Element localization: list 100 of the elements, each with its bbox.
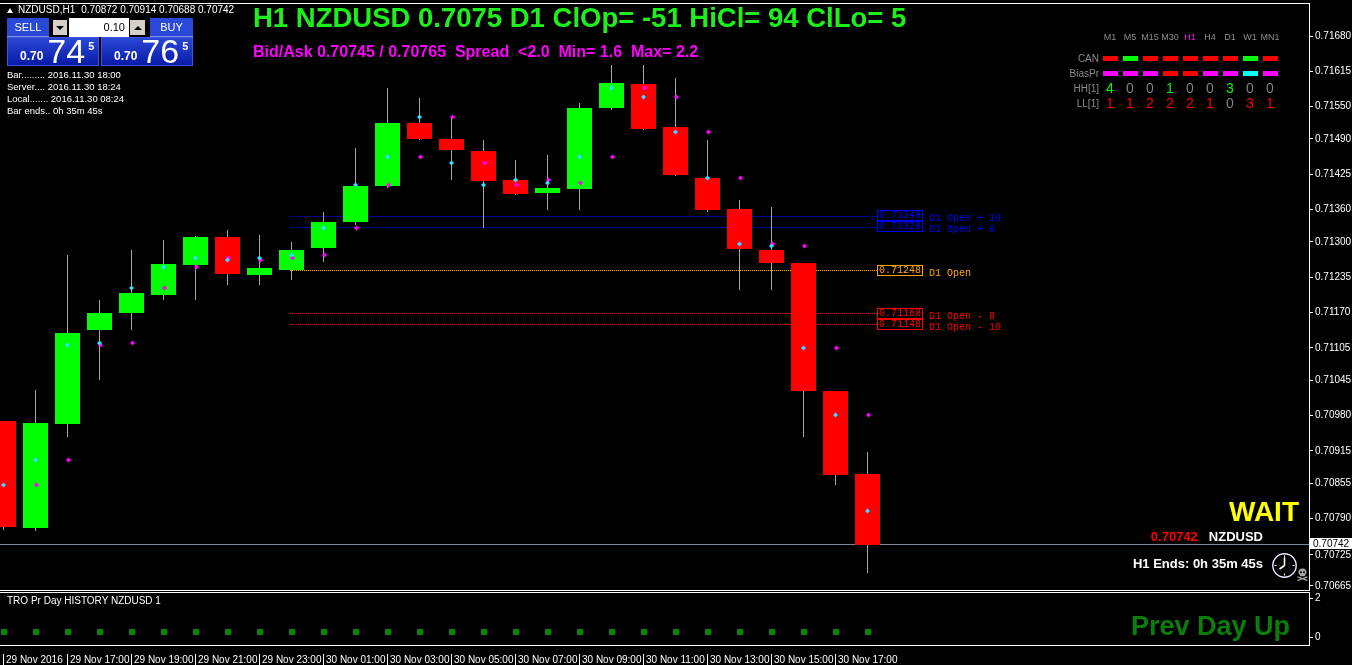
count-value: 2 <box>1186 96 1194 111</box>
square-icon <box>1 629 7 635</box>
square-icon <box>449 629 455 635</box>
level-price-tag: 0.71348 <box>877 210 923 222</box>
time-label: 30 Nov 13:00 <box>707 654 770 665</box>
level-label: D1 Open - 10 <box>929 321 1001 333</box>
price-label: 0.71105 <box>1310 342 1351 353</box>
count-value: 1 <box>1266 96 1274 111</box>
diamond-icon <box>577 154 582 160</box>
diamond-icon <box>65 342 70 348</box>
time-label: 30 Nov 01:00 <box>323 654 386 665</box>
level-label: D1 Open <box>929 267 971 279</box>
info-line: Bar ends.. 0h 35m 45s <box>7 105 104 117</box>
level-price-tag: 0.71168 <box>877 307 923 319</box>
count-value: 2 <box>1166 96 1174 111</box>
ohlc-values: 0.70872 0.70914 0.70688 0.70742 <box>81 4 235 16</box>
caret-down-icon <box>56 25 64 30</box>
lot-size-field[interactable]: 0.10 <box>69 18 129 37</box>
square-icon <box>481 629 487 635</box>
price-label: 0.71490 <box>1310 133 1352 144</box>
timeframe-label: MN1 <box>1260 31 1280 44</box>
lot-decrease-button[interactable] <box>53 20 67 35</box>
price-label: 0.71235 <box>1310 272 1352 283</box>
row-label: BiasPr <box>1068 67 1100 81</box>
time-label: 29 Nov 21:00 <box>195 654 258 665</box>
level-price-tag: 0.71148 <box>877 318 923 330</box>
diamond-icon <box>385 154 390 160</box>
indicator-title: TRO Pr Day HISTORY NZDUSD 1 <box>7 595 161 607</box>
price-label: 0.70915 <box>1310 445 1352 456</box>
candle <box>151 239 176 301</box>
diamond-icon <box>386 182 391 188</box>
time-label: 30 Nov 17:00 <box>835 654 898 665</box>
diamond-icon <box>865 508 870 514</box>
sell-button[interactable]: SELL <box>7 18 49 37</box>
diamond-icon <box>354 225 359 231</box>
time-label: 30 Nov 03:00 <box>387 654 450 665</box>
price-label: 0.70665 <box>1310 581 1352 591</box>
buy-button[interactable]: BUY <box>150 18 193 37</box>
timeframe-label: M15 <box>1140 31 1160 44</box>
timeframe-label: M1 <box>1102 31 1118 44</box>
price-label: 0.70790 <box>1310 513 1352 524</box>
info-line: Bar......... 2016.11.30 18:00 <box>7 69 122 81</box>
price-label: 0.71680 <box>1310 31 1352 41</box>
count-value: 0 <box>1266 81 1274 96</box>
lot-increase-button[interactable] <box>130 20 145 35</box>
diamond-icon <box>706 129 711 135</box>
diamond-icon <box>481 182 486 188</box>
time-label: 30 Nov 11:00 <box>643 654 705 665</box>
candle <box>183 235 208 301</box>
time-label: 29 Nov 23:00 <box>259 654 322 665</box>
diamond-icon <box>674 94 679 100</box>
time-label: 29 Nov 17:00 <box>67 654 130 665</box>
square-icon <box>289 629 295 635</box>
skull-icon <box>1297 568 1308 581</box>
signal-text: WAIT <box>1229 497 1299 527</box>
price-label: 0.71300 <box>1310 236 1352 247</box>
count-value: 0 <box>1126 81 1134 96</box>
diamond-icon <box>705 175 710 181</box>
candle <box>215 229 240 286</box>
count-value: 1 <box>1166 81 1174 96</box>
caret-icon[interactable] <box>7 7 13 13</box>
diamond-icon <box>34 482 39 488</box>
candle <box>407 97 432 141</box>
count-value: 0 <box>1246 81 1254 96</box>
price-label: 0.71615 <box>1310 66 1352 77</box>
diamond-icon <box>578 180 583 186</box>
candle <box>247 234 272 286</box>
square-icon <box>801 629 807 635</box>
info-line: Server.... 2016.11.30 18:24 <box>7 81 122 93</box>
scale-label: 2 <box>1310 592 1321 604</box>
level-price-tag: 0.71248 <box>877 264 923 276</box>
diamond-icon <box>33 457 38 463</box>
price-label: 0.70855 <box>1310 478 1352 489</box>
candle <box>279 241 304 281</box>
count-value: 0 <box>1186 81 1194 96</box>
time-label: 30 Nov 05:00 <box>451 654 514 665</box>
diamond-icon <box>353 182 358 188</box>
square-icon <box>97 629 103 635</box>
square-icon <box>545 629 551 635</box>
square-icon <box>65 629 71 635</box>
diamond-icon <box>801 345 806 351</box>
chart-headline: H1 NZDUSD 0.7075 D1 ClOp= -51 HiCl= 94 ClLo= 5 <box>253 4 907 32</box>
square-icon <box>641 629 647 635</box>
timeframe-label: H1 <box>1183 31 1197 44</box>
diamond-icon <box>66 457 71 463</box>
candle <box>631 64 656 131</box>
level-label: D1 Open + 8 <box>929 224 995 236</box>
square-icon <box>417 629 423 635</box>
price-label: 0.71170 <box>1310 307 1351 318</box>
quote-line: Bid/Ask 0.70745 / 0.70765 Spread <2.0 Min= 1.6 Max= 2.2 <box>253 43 699 61</box>
candle <box>535 154 560 211</box>
square-icon <box>321 629 327 635</box>
square-icon <box>257 629 263 635</box>
square-icon <box>705 629 711 635</box>
price-label: 0.71045 <box>1310 375 1352 386</box>
square-icon <box>225 629 231 635</box>
indicator-message: Prev Day Up <box>1130 611 1290 641</box>
caret-up-icon <box>133 25 142 30</box>
count-value: 1 <box>1106 96 1114 111</box>
square-icon <box>737 629 743 635</box>
